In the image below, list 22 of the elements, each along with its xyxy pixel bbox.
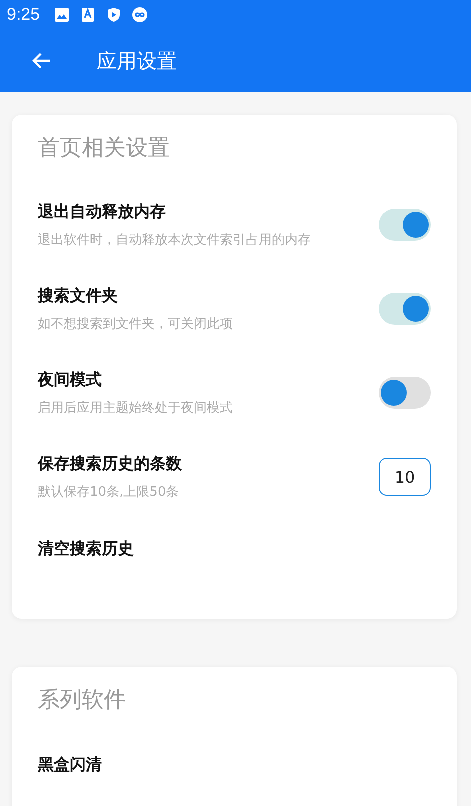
shield-play-icon bbox=[106, 7, 122, 23]
infinity-icon bbox=[132, 7, 148, 23]
toggle-switch[interactable] bbox=[379, 209, 431, 241]
setting-description: 默认保存10条,上限50条 bbox=[38, 484, 180, 500]
section-title: 首页相关设置 bbox=[38, 135, 171, 163]
setting-title[interactable]: 保存搜索历史的条数 bbox=[38, 454, 182, 474]
number-field[interactable]: 10 bbox=[379, 458, 431, 496]
image-icon bbox=[54, 7, 70, 23]
status-time: 9:25 bbox=[7, 5, 40, 25]
toggle-switch[interactable] bbox=[379, 377, 431, 409]
setting-title[interactable]: 夜间模式 bbox=[38, 370, 233, 390]
setting-description: 退出软件时，自动释放本次文件索引占用的内存 bbox=[38, 232, 311, 248]
section-title: 系列软件 bbox=[38, 687, 127, 715]
setting-title[interactable]: 黑盒闪清 bbox=[38, 754, 102, 776]
setting-description: 启用后应用主题始终处于夜间模式 bbox=[38, 400, 233, 416]
letter-icon bbox=[80, 7, 96, 23]
setting-title[interactable]: 退出自动释放内存 bbox=[38, 202, 311, 222]
setting-title[interactable]: 搜索文件夹 bbox=[38, 286, 233, 306]
setting-description: 如不想搜索到文件夹，可关闭此项 bbox=[38, 316, 233, 332]
setting-title[interactable]: 清空搜索历史 bbox=[38, 538, 134, 560]
toggle-switch[interactable] bbox=[379, 293, 431, 325]
page-title: 应用设置 bbox=[97, 48, 177, 74]
